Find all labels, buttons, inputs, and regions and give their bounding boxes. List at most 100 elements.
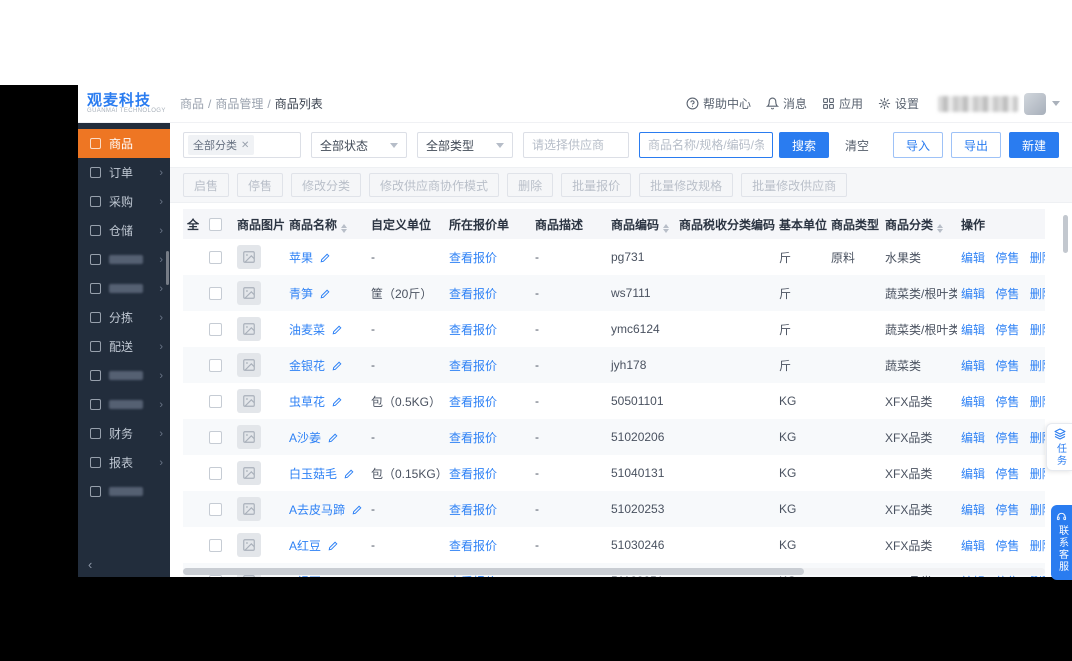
delete-link[interactable]: 删除 [1030,251,1045,265]
type-select[interactable]: 全部类型 [417,132,513,158]
sidebar-item-redacted-1[interactable]: › [78,245,170,274]
product-name-link[interactable]: 苹果 [289,251,313,265]
edit-pencil-icon[interactable] [328,577,338,578]
row-checkbox[interactable] [209,431,222,445]
sidebar-item-warehouse[interactable]: 仓储 › [78,216,170,245]
batch-action-button[interactable]: 启售 [183,173,230,197]
product-name-link[interactable]: 金银花 [289,359,325,373]
sidebar-item-redacted-3[interactable]: › [78,361,170,390]
batch-action-button[interactable]: 批量修改规格 [639,173,734,197]
edit-pencil-icon[interactable] [320,289,330,299]
edit-pencil-icon[interactable] [344,469,354,479]
edit-link[interactable]: 编辑 [961,503,985,517]
row-checkbox[interactable] [209,323,222,337]
batch-action-button[interactable]: 批量修改供应商 [741,173,848,197]
batch-action-button[interactable]: 修改供应商协作模式 [369,173,500,197]
batch-action-button[interactable]: 批量报价 [561,173,632,197]
view-quote-link[interactable]: 查看报价 [449,467,497,481]
status-select[interactable]: 全部状态 [311,132,407,158]
sort-icon[interactable] [937,223,944,233]
edit-pencil-icon[interactable] [328,541,338,551]
edit-link[interactable]: 编辑 [961,359,985,373]
edit-link[interactable]: 编辑 [961,539,985,553]
product-name-link[interactable]: 青笋 [289,287,313,301]
sidebar-item-purchase[interactable]: 采购 › [78,187,170,216]
row-checkbox[interactable] [209,287,222,301]
sidebar-item-finance[interactable]: 财务 › [78,419,170,448]
col-code[interactable]: 商品编码 [607,209,675,239]
row-checkbox[interactable] [209,539,222,553]
sidebar-item-reports[interactable]: 报表 › [78,448,170,477]
sidebar-item-redacted-2[interactable]: › [78,274,170,303]
sidebar-item-redacted-5[interactable]: › [78,477,170,506]
edit-link[interactable]: 编辑 [961,467,985,481]
edit-pencil-icon[interactable] [332,361,342,371]
supplier-input[interactable] [523,132,629,158]
sidebar-scrollbar[interactable] [166,251,169,285]
stop-sale-link[interactable]: 停售 [995,431,1019,445]
vertical-scrollbar[interactable] [1063,215,1068,253]
col-name[interactable]: 商品名称 [285,209,367,239]
view-quote-link[interactable]: 查看报价 [449,287,497,301]
view-quote-link[interactable]: 查看报价 [449,323,497,337]
view-quote-link[interactable]: 查看报价 [449,359,497,373]
stop-sale-link[interactable]: 停售 [995,323,1019,337]
batch-action-button[interactable]: 修改分类 [291,173,362,197]
view-quote-link[interactable]: 查看报价 [449,503,497,517]
stop-sale-link[interactable]: 停售 [995,539,1019,553]
category-tag[interactable]: 全部分类 ✕ [188,135,255,155]
contact-support-button[interactable]: 联系客服 [1051,505,1072,580]
category-multiselect[interactable]: 全部分类 ✕ [183,132,301,158]
product-name-link[interactable]: 虫草花 [289,395,325,409]
row-checkbox[interactable] [209,359,222,373]
row-checkbox[interactable] [209,251,222,265]
search-button[interactable]: 搜索 [779,132,830,158]
batch-action-button[interactable]: 删除 [507,173,554,197]
task-float-button[interactable]: 任务 [1046,423,1072,471]
remove-tag-icon[interactable]: ✕ [241,140,249,151]
delete-link[interactable]: 删除 [1030,287,1045,301]
settings-button[interactable]: 设置 [878,95,919,112]
import-button[interactable]: 导入 [892,132,943,158]
edit-pencil-icon[interactable] [332,397,342,407]
sidebar-item-sorting[interactable]: 分拣 › [78,303,170,332]
view-quote-link[interactable]: 查看报价 [449,395,497,409]
delete-link[interactable]: 删除 [1030,467,1045,481]
edit-pencil-icon[interactable] [352,505,362,515]
view-quote-link[interactable]: 查看报价 [449,431,497,445]
batch-action-button[interactable]: 停售 [237,173,284,197]
sort-icon[interactable] [341,223,348,233]
delete-link[interactable]: 删除 [1030,539,1045,553]
product-name-link[interactable]: 油麦菜 [289,323,325,337]
view-quote-link[interactable]: 查看报价 [449,539,497,553]
sidebar-collapse-button[interactable]: ‹ [88,557,92,572]
delete-link[interactable]: 删除 [1030,323,1045,337]
sort-icon[interactable] [663,223,670,233]
create-button[interactable]: 新建 [1008,132,1059,158]
col-category[interactable]: 商品分类 [881,209,957,239]
help-center-button[interactable]: 帮助中心 [686,95,751,112]
product-name-link[interactable]: A沙姜 [289,431,321,445]
breadcrumb-item[interactable]: 商品管理 [215,95,263,112]
sidebar-item-orders[interactable]: 订单 › [78,158,170,187]
edit-pencil-icon[interactable] [328,433,338,443]
edit-link[interactable]: 编辑 [961,251,985,265]
sidebar-item-redacted-4[interactable]: › [78,390,170,419]
row-checkbox[interactable] [209,467,222,481]
edit-link[interactable]: 编辑 [961,323,985,337]
apps-button[interactable]: 应用 [822,95,863,112]
breadcrumb-item[interactable]: 商品 [180,95,204,112]
row-checkbox[interactable] [209,395,222,409]
view-quote-link[interactable]: 查看报价 [449,251,497,265]
row-checkbox[interactable] [209,575,222,577]
horizontal-scrollbar-thumb[interactable] [183,568,804,575]
edit-pencil-icon[interactable] [320,253,330,263]
delete-link[interactable]: 删除 [1030,431,1045,445]
sidebar-item-delivery[interactable]: 配送 › [78,332,170,361]
stop-sale-link[interactable]: 停售 [995,467,1019,481]
edit-link[interactable]: 编辑 [961,395,985,409]
row-checkbox[interactable] [209,503,222,517]
product-name-link[interactable]: A去皮马蹄 [289,503,345,517]
horizontal-scrollbar[interactable] [183,568,1045,575]
export-button[interactable]: 导出 [950,132,1001,158]
